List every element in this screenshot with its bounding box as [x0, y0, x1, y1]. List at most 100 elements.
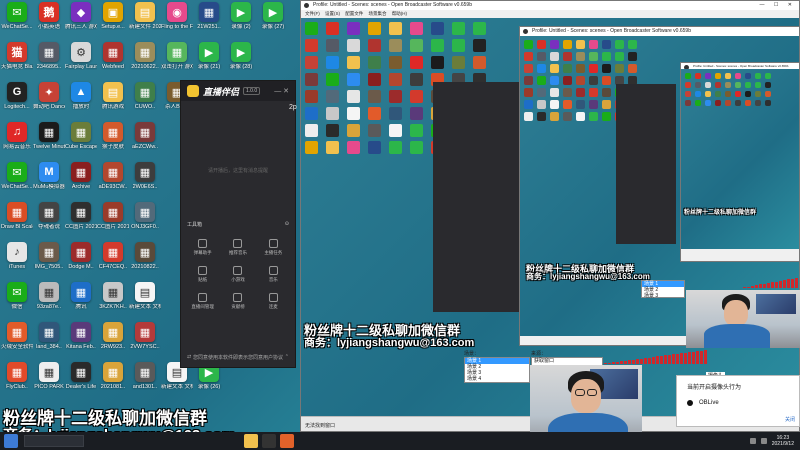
desktop-icon[interactable]: G Logitech...	[2, 82, 32, 122]
desktop-icon[interactable]: ▦ aEZCWw..	[130, 122, 160, 162]
desktop-icon[interactable]: ▤ 新建文本 文档 (3)..	[129, 282, 161, 322]
desktop-icon[interactable]: ▦ 2346895..	[34, 42, 64, 82]
desktop-icon[interactable]: ♫ 网易云音乐	[2, 122, 32, 162]
toolbox-item[interactable]: 音乐	[256, 266, 291, 283]
desktop-icon[interactable]: ⚙ Fairplay Launcher v...	[65, 42, 97, 82]
preview-icon	[705, 82, 711, 88]
desktop-icon[interactable]: ✦ 舞动吧 Dance of...	[33, 82, 65, 122]
desktop-icon[interactable]: 猫天猫电竞 Blazing...	[1, 42, 33, 82]
camera-option[interactable]: OBLive	[677, 391, 799, 406]
system-tray: 16:23 2021/9/12	[749, 435, 800, 447]
desktop-icon[interactable]: ▶ 录像 (28)	[226, 42, 256, 82]
desktop-icon[interactable]: ▶ 录像 (2)	[226, 2, 256, 42]
preview-overlay-tiny-line1: 粉丝牌十二级私聊加微信群	[684, 210, 757, 216]
footer-toggle-icon[interactable]: ⇄	[187, 354, 191, 361]
app-taskbar-icon[interactable]	[280, 434, 294, 448]
desktop-icon[interactable]: ▦ 猴子皮肤	[98, 122, 128, 162]
obs-window-controls-icon[interactable]: — ☐ ✕	[760, 1, 796, 10]
toolbox-item[interactable]: 贡献榜	[220, 293, 255, 310]
desktop-icon[interactable]: ◆ 腾讯三人 游戏 (2)	[65, 2, 97, 42]
desktop-icon[interactable]: ▦ 2RW923..	[98, 322, 128, 362]
desktop-icon[interactable]: 鹅小鹅英语	[34, 2, 64, 42]
toolbox-item[interactable]: 主播任务	[256, 239, 291, 256]
desktop-icon-label: 腾讯游戏	[101, 104, 124, 110]
desktop-icon[interactable]: ▦ Webfeed	[98, 42, 128, 82]
desktop-icon[interactable]: ▤ 新建文件 2021062...	[129, 2, 161, 42]
desktop-icon[interactable]: ▶ 录像 (26)	[194, 362, 224, 402]
start-icon[interactable]	[4, 434, 18, 448]
volume-icon[interactable]	[760, 438, 767, 444]
desktop-icon[interactable]: ▦ 2W0E6S..	[130, 162, 160, 202]
preview-icon	[715, 91, 721, 97]
desktop-icon[interactable]: ▤ 腾讯游戏	[98, 82, 128, 122]
desktop-icon[interactable]: M MuMu模拟器	[33, 162, 65, 202]
desktop-icon[interactable]: ▦ 2021081..	[98, 362, 128, 402]
desktop-icon[interactable]: ▦ 20210822..	[130, 242, 160, 282]
desktop-icon[interactable]: ▦ CC图片 20210808..	[65, 202, 97, 242]
tool-icon	[233, 293, 243, 302]
list-item[interactable]: 场景 4	[465, 376, 529, 382]
desktop-icon[interactable]: ▦ land_384..	[34, 322, 64, 362]
desktop-icon[interactable]: ◉ Fling to the Finish 2...	[161, 2, 193, 42]
desktop-icon[interactable]: ▦ 21W251..	[194, 2, 224, 42]
desktop-icon[interactable]: ▦ 夺魂者说	[34, 202, 64, 242]
toolbox-item[interactable]: 弹幕助手	[185, 239, 220, 256]
desktop-icon[interactable]: ▦ CF47CEQ..	[98, 242, 128, 282]
camera-popup[interactable]: 当前开启摄像头行为 OBLive 关闭	[676, 375, 800, 427]
scene-list[interactable]: 场景 1 场景 2 场景 3 场景 4	[464, 357, 530, 383]
desktop-icon[interactable]: ✉ WeChatSe...	[1, 162, 33, 202]
desktop-icon[interactable]: ▦ 3KZK7KH..	[98, 282, 128, 322]
desktop-icon[interactable]: ▦ ONJ3GF0..	[130, 202, 160, 242]
network-icon[interactable]	[749, 438, 756, 444]
desktop-icon[interactable]: ▦ Archive	[66, 162, 96, 202]
desktop-icon[interactable]: ▦ CUWO..	[130, 82, 160, 122]
desktop-icon[interactable]: ▦ FlyClub..	[2, 362, 32, 402]
app-icon: ▶	[263, 2, 283, 22]
desktop-icon[interactable]: ▦ Draw Bl Scales	[1, 202, 33, 242]
desktop-icon[interactable]: ▦ Twelve Minutes	[33, 122, 65, 162]
obs-menu-bar[interactable]: 文件(F) 设置(S) 配置文件 场景集合 帮助(H)	[301, 10, 799, 18]
desktop-icon[interactable]: ▦ PICO PARK	[34, 362, 64, 402]
taskbar-search[interactable]	[24, 435, 84, 447]
desktop-icon[interactable]: ▦ and1301..	[130, 362, 160, 402]
window-controls-icon[interactable]: — ✕	[274, 87, 289, 95]
desktop-icon[interactable]: ▦ Kitana Feb..	[66, 322, 96, 362]
preview-icon	[715, 100, 721, 106]
camera-popup-close[interactable]: 关闭	[785, 416, 795, 423]
desktop-icon[interactable]: ▦ 双击打开 游戏...	[161, 42, 193, 82]
desktop-icon[interactable]: ▣ Setup.e...	[98, 2, 128, 42]
clock[interactable]: 16:23 2021/9/12	[772, 435, 794, 447]
obs-taskbar-icon[interactable]	[262, 434, 276, 448]
desktop-icon[interactable]: ▦ 火绒安全软件	[1, 322, 33, 362]
desktop-icon[interactable]: ✉ 微信	[2, 282, 32, 322]
desktop-icon[interactable]: ▦ Dealer's Life	[66, 362, 96, 402]
desktop-icon[interactable]: ▦ 2VW7YSC..	[130, 322, 160, 362]
desktop-icon[interactable]: ▦ 20210622..	[130, 42, 160, 82]
desktop-icon[interactable]: ▦ Dodge M..	[66, 242, 96, 282]
desktop-icon[interactable]: ▲ 播放时	[66, 82, 96, 122]
desktop-icon[interactable]: ▶ 录像 (27)	[258, 2, 288, 42]
toolbox-item[interactable]: 小游戏	[220, 266, 255, 283]
footer-arrow-icon[interactable]: ⌃	[285, 354, 289, 361]
toolbox-item[interactable]: 推荐音乐	[220, 239, 255, 256]
toolbox-item[interactable]: 连麦	[256, 293, 291, 310]
desktop-icon[interactable]: ▦ aDE93CW..	[98, 162, 128, 202]
desktop-icon[interactable]: ♪ iTunes	[2, 242, 32, 282]
toolbox-more-icon[interactable]: ⊙	[285, 221, 289, 228]
toolbox-item[interactable]: 贴纸	[185, 266, 220, 283]
preview-icon	[326, 141, 339, 154]
preview-icon	[537, 52, 546, 61]
desktop-icon[interactable]: ▦ Cube Escape	[65, 122, 97, 162]
desktop-icon[interactable]: ▦ IMG_7505..	[34, 242, 64, 282]
live-assistant-window[interactable]: 直播伴侣 1.0.0 — ✕ 请开播后，这里有消息提醒 工具箱 ⊙ 弹幕助手 推荐…	[180, 80, 296, 368]
file-explorer-icon[interactable]	[244, 434, 258, 448]
desktop-icon[interactable]: ✉ WeChatSe...	[1, 2, 33, 42]
desktop-icon[interactable]: ▦ CC图片 20210808..	[97, 202, 129, 242]
desktop-icon[interactable]: ▦ 93za87e..	[34, 282, 64, 322]
list-item[interactable]: 场景 3	[642, 293, 684, 299]
toolbox-item[interactable]: 直播间管理	[185, 293, 220, 310]
desktop-icon[interactable]: ▦ 腾讯	[66, 282, 96, 322]
list-item[interactable]: 获取窗口	[532, 358, 602, 364]
desktop-icon[interactable]: ▤新建文本 文档 (4)..	[161, 362, 193, 402]
desktop-icon[interactable]: ▶ 录像 (21)	[194, 42, 224, 82]
